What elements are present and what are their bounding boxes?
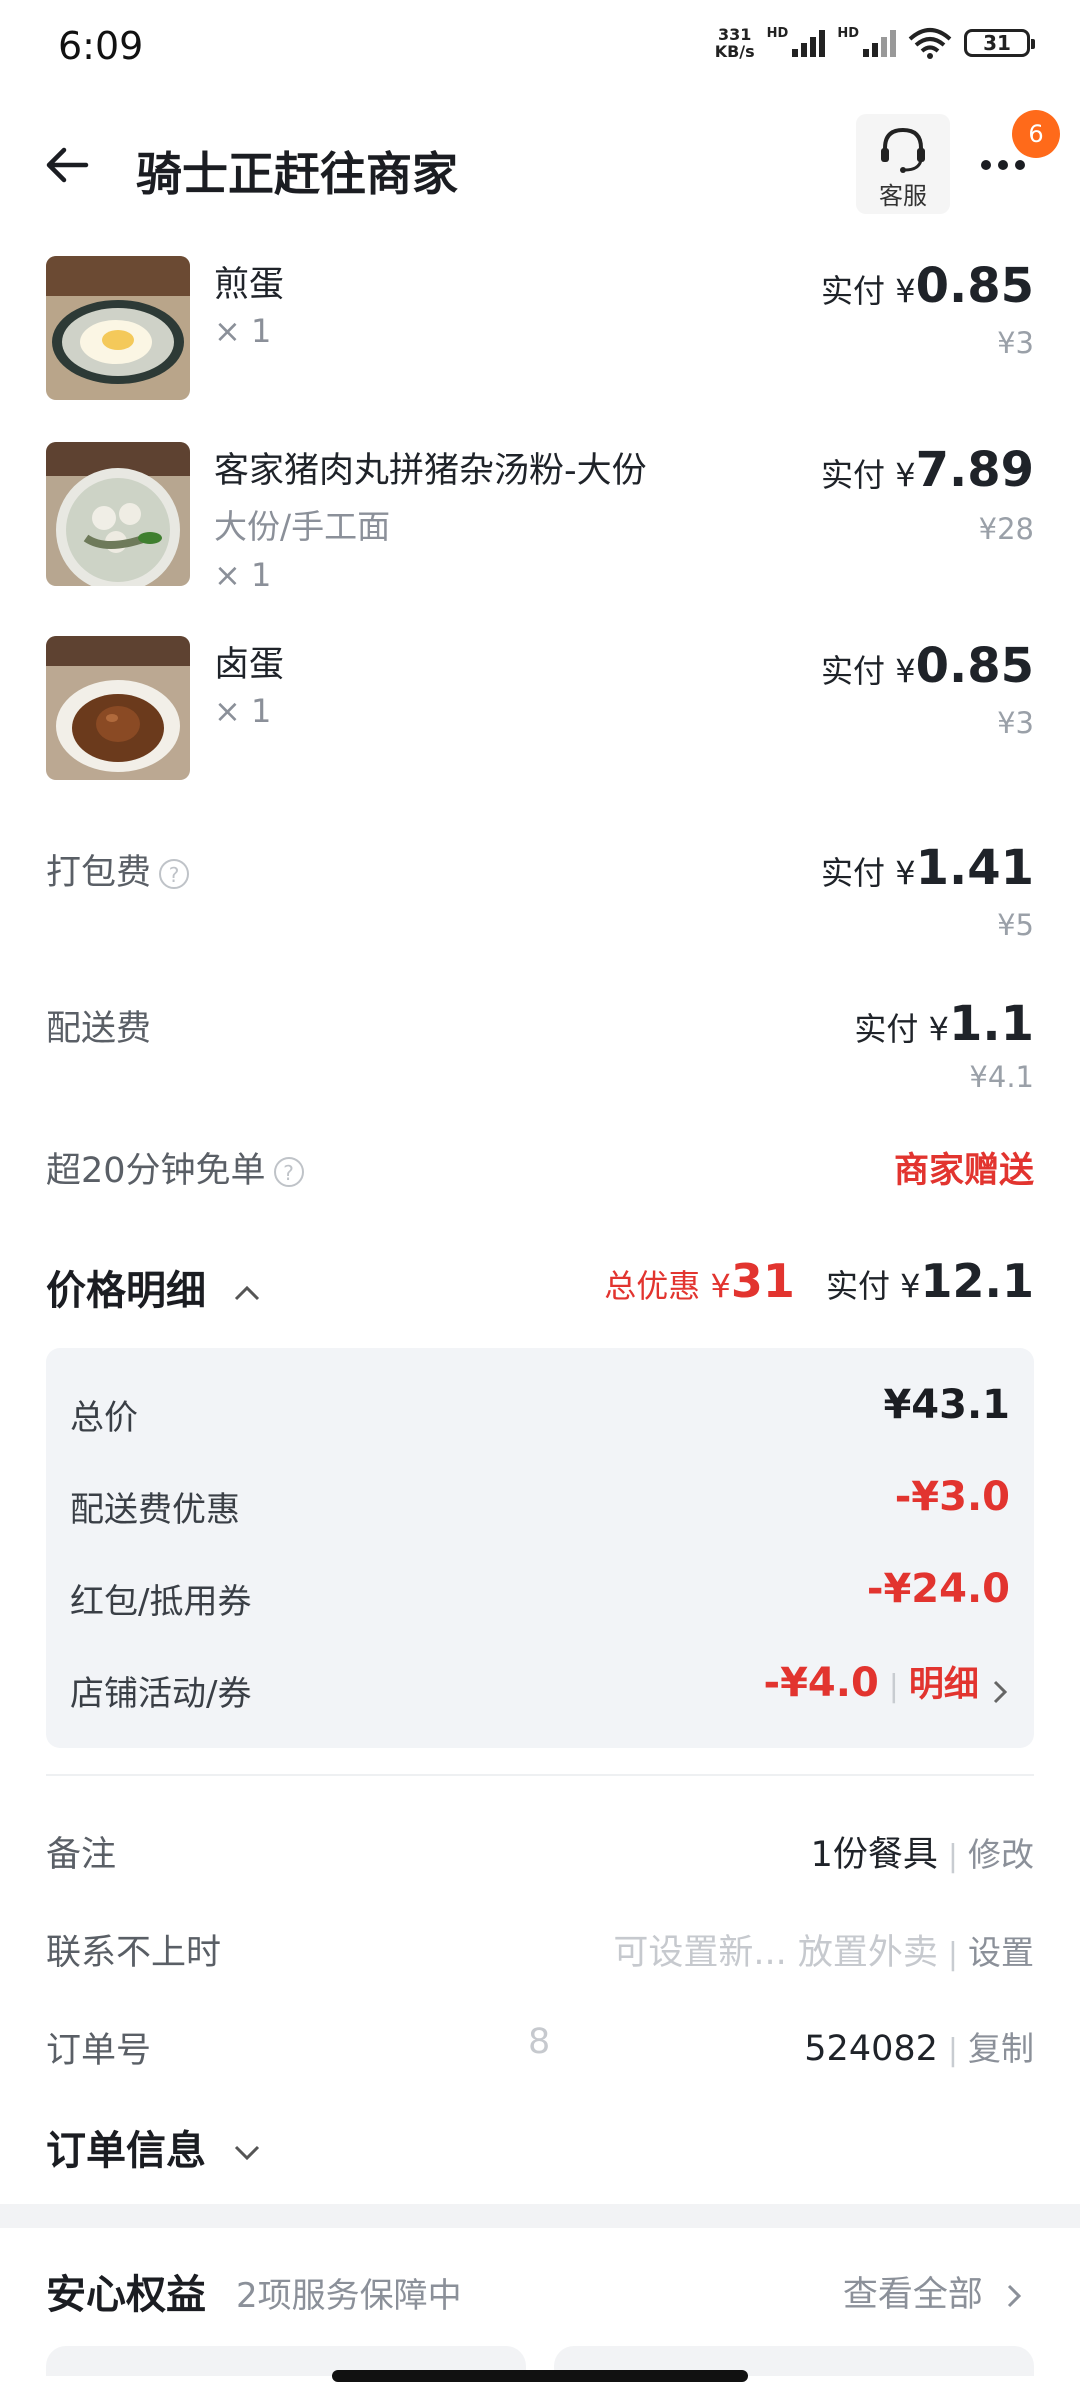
signal-icon [792, 29, 826, 57]
item-original-price: ¥28 [978, 512, 1034, 546]
item-pay: 实付 ¥0.85 [821, 258, 1034, 314]
help-icon[interactable]: ? [273, 1157, 304, 1187]
total-price-label: 总价 [70, 1398, 138, 1438]
contact-fail-row: 可设置新... 放置外卖 | 设置 [613, 1933, 1034, 1973]
delivery-fee-original: ¥4.1 [969, 1060, 1034, 1094]
price-detail-toggle[interactable]: 价格明细 [46, 1258, 262, 1316]
item-original-price: ¥3 [997, 326, 1034, 360]
more-options-icon[interactable] [978, 150, 1028, 180]
item-original-price: ¥3 [997, 706, 1034, 740]
remark-edit-link[interactable]: 修改 [968, 1835, 1034, 1874]
contact-settings-link[interactable]: 设置 [968, 1933, 1034, 1972]
store-activity-label: 店铺活动/券 [70, 1674, 252, 1714]
item-qty: × 1 [214, 692, 272, 730]
delivery-fee-label: 配送费 [46, 1009, 152, 1049]
delivery-fee-pay: 实付 ¥1.1 [854, 996, 1034, 1052]
delivery-discount-label: 配送费优惠 [70, 1490, 240, 1530]
packing-fee-pay: 实付 ¥1.41 [821, 840, 1034, 896]
item-qty: × 1 [214, 312, 272, 350]
customer-service-button[interactable]: 客服 [856, 114, 950, 214]
price-summary: 总优惠 ¥31 实付 ¥12.1 [604, 1254, 1034, 1308]
item-image-noodle-soup [46, 442, 190, 586]
total-price-value: ¥43.1 [883, 1382, 1010, 1428]
store-activity-row: -¥4.0 | 明细 [763, 1656, 1010, 1707]
item-pay: 实付 ¥0.85 [821, 638, 1034, 694]
item-qty: × 1 [214, 556, 272, 594]
page-title: 骑士正赶往商家 [136, 147, 458, 201]
chevron-right-icon [1007, 2284, 1022, 2308]
order-info-toggle[interactable]: 订单信息 [46, 2118, 262, 2176]
item-image-braised-egg [46, 636, 190, 780]
top-nav: 骑士正赶往商家 客服 [0, 100, 1080, 230]
wifi-icon [908, 28, 952, 59]
chevron-down-icon [234, 2145, 259, 2161]
store-activity-detail-link[interactable]: 明细 [909, 1665, 979, 1705]
packing-fee-label: 打包费? [46, 844, 190, 895]
signal-icon-2 [863, 29, 896, 57]
back-arrow-icon[interactable] [42, 140, 92, 190]
remark-row: 1份餐具 | 修改 [810, 1835, 1034, 1875]
chevron-up-icon [234, 1285, 259, 1301]
home-indicator[interactable] [332, 2370, 748, 2382]
status-icons: 331 KB/s HD HD 31 [714, 25, 1035, 61]
free-order-value: 商家赠送 [893, 1151, 1034, 1191]
help-icon[interactable]: ? [159, 859, 190, 889]
item-name: 煎蛋 [214, 265, 285, 305]
order-number-row: 524082 | 复制 [804, 2029, 1034, 2069]
delivery-discount-value: -¥3.0 [894, 1474, 1010, 1520]
item-pay: 实付 ¥7.89 [821, 442, 1034, 498]
item-name: 客家猪肉丸拼猪杂汤粉-大份 [214, 451, 647, 491]
coupon-label: 红包/抵用券 [70, 1582, 252, 1622]
contact-fail-label: 联系不上时 [46, 1933, 222, 1973]
headset-icon [881, 127, 925, 173]
assurance-subtitle: 2项服务保障中 [236, 2276, 462, 2316]
battery-icon: 31 [964, 29, 1035, 57]
notification-badge: 6 [1012, 110, 1060, 158]
item-image-fried-egg [46, 256, 190, 400]
status-time: 6:09 [58, 24, 144, 68]
free-order-label: 超20分钟免单? [46, 1142, 304, 1193]
item-name: 卤蛋 [214, 645, 285, 685]
customer-service-label: 客服 [879, 182, 927, 210]
remark-label: 备注 [46, 1835, 117, 1875]
view-all-link[interactable]: 查看全部 [843, 2266, 1024, 2317]
order-number-start: 8 [528, 2022, 551, 2062]
assurance-title: 安心权益 [46, 2272, 206, 2318]
chevron-right-icon [993, 1680, 1008, 1703]
section-separator [0, 2204, 1080, 2228]
order-number-label: 订单号 [46, 2031, 152, 2071]
coupon-value: -¥24.0 [866, 1566, 1010, 1612]
copy-order-link[interactable]: 复制 [968, 2029, 1034, 2068]
item-spec: 大份/手工面 [214, 507, 391, 546]
status-bar: 6:09 331 KB/s HD HD 31 [0, 0, 1080, 100]
divider [46, 1774, 1034, 1776]
net-speed: 331 KB/s [714, 25, 755, 61]
store-activity-value: -¥4.0 [763, 1660, 879, 1706]
packing-fee-original: ¥5 [997, 908, 1034, 942]
